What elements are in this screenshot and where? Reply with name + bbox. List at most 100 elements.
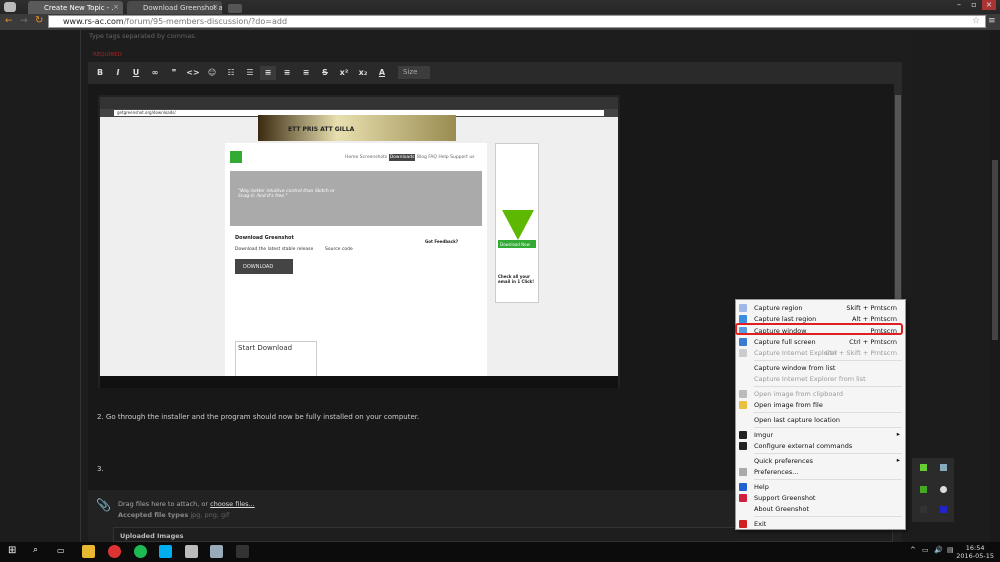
italic-button[interactable]: I xyxy=(110,66,126,80)
source-code-heading: Source code xyxy=(325,247,353,252)
menu-item-configure-external-commands[interactable]: Configure external commands xyxy=(736,441,905,452)
tray-app-icon[interactable] xyxy=(920,486,927,493)
menu-item-exit[interactable]: Exit xyxy=(736,519,905,530)
reload-icon[interactable]: ↻ xyxy=(35,15,43,26)
menu-icon[interactable]: ≡ xyxy=(988,16,996,26)
menu-item-preferences[interactable]: Preferences... xyxy=(736,467,905,478)
strikethrough-button[interactable]: S xyxy=(317,66,333,80)
network-icon[interactable]: ▭ xyxy=(922,546,929,554)
close-tab-icon[interactable]: × xyxy=(113,3,119,11)
drag-text: Drag files here to attach, or choose fil… xyxy=(118,500,255,508)
chrome-icon[interactable] xyxy=(108,545,121,558)
font-color-button[interactable]: A xyxy=(374,66,390,80)
numbered-list-button[interactable]: ☰ xyxy=(242,66,258,80)
spotify-icon[interactable] xyxy=(134,545,147,558)
tray-app-icon[interactable] xyxy=(940,506,947,513)
superscript-button[interactable]: x² xyxy=(336,66,352,80)
tab-create-topic[interactable]: Create New Topic - . × xyxy=(28,1,123,14)
menu-separator xyxy=(754,412,902,413)
nav-faq: FAQ xyxy=(428,155,437,160)
menu-item-about-greenshot[interactable]: About Greenshot xyxy=(736,504,905,515)
menu-item-capture-region[interactable]: Capture region Skift + Prntscrn xyxy=(736,303,905,314)
page-scroll-thumb[interactable] xyxy=(992,160,998,340)
bold-button[interactable]: B xyxy=(92,66,108,80)
accepted-label: Accepted file types xyxy=(118,511,189,519)
right-ad: Download Now Check all your email in 1 C… xyxy=(495,143,539,303)
menu-item-capture-full-screen[interactable]: Capture full screen Ctrl + Prntscrn xyxy=(736,337,905,348)
menu-separator xyxy=(754,427,902,428)
menu-item-open-image-from-clipboard[interactable]: Open image from clipboard xyxy=(736,389,905,400)
forward-icon[interactable]: → xyxy=(20,16,28,26)
menu-item-label: Help xyxy=(754,483,769,491)
bookmark-star-icon[interactable]: ☆ xyxy=(972,16,980,26)
font-size-select[interactable]: Size xyxy=(398,66,430,79)
tray-expand-icon[interactable]: ^ xyxy=(910,546,916,554)
tab-download-greenshot[interactable]: Download Greenshot and× xyxy=(127,1,222,14)
paint-icon[interactable] xyxy=(210,545,223,558)
quote-button[interactable]: ❞ xyxy=(166,66,182,80)
link-button[interactable]: ∞ xyxy=(147,66,163,80)
align-center-button[interactable]: ≡ xyxy=(279,66,295,80)
menu-item-support-greenshot[interactable]: Support Greenshot xyxy=(736,493,905,504)
file-explorer-icon[interactable] xyxy=(82,545,95,558)
code-button[interactable]: <> xyxy=(185,66,201,80)
menu-item-open-last-capture-location[interactable]: Open last capture location xyxy=(736,415,905,426)
emoticon-button[interactable]: ☺ xyxy=(204,66,220,80)
required-label: REQUIRED xyxy=(93,52,122,58)
obs-icon[interactable] xyxy=(236,545,249,558)
tray-overflow xyxy=(912,458,954,522)
tray-app-icon[interactable] xyxy=(920,506,927,513)
download-now-button: Download Now xyxy=(498,240,536,248)
hero-quote: "Way better intuitive control than Skitc… xyxy=(238,189,335,199)
menu-item-shortcut: Ctrl + Skift + Prntscrn xyxy=(825,349,897,357)
tray-app-icon[interactable] xyxy=(940,464,947,471)
menu-separator xyxy=(754,453,902,454)
close-tab-icon[interactable]: × xyxy=(212,3,218,11)
task-view-icon[interactable]: ▭ xyxy=(57,546,65,555)
tray-app-icon[interactable] xyxy=(920,464,927,471)
tab-bar: Create New Topic - . × Download Greenshot… xyxy=(0,0,1000,14)
menu-separator xyxy=(754,479,902,480)
notifications-icon[interactable]: ▤ xyxy=(947,546,954,554)
accepted-types: Accepted file types jpg, png, gif xyxy=(118,511,229,519)
menu-item-capture-window-from-list[interactable]: Capture window from list xyxy=(736,363,905,374)
url-input[interactable]: www.rs-ac.com/forum/95-members-discussio… xyxy=(48,15,986,28)
tray-app-icon[interactable] xyxy=(940,486,947,493)
underline-button[interactable]: U xyxy=(128,66,144,80)
submenu-arrow-icon: ▸ xyxy=(896,456,900,464)
menu-item-help[interactable]: Help xyxy=(736,482,905,493)
menu-item-imgur[interactable]: Imgur ▸ xyxy=(736,430,905,441)
remote-desktop-icon[interactable] xyxy=(185,545,198,558)
nav-downloads: Downloads xyxy=(388,154,416,161)
tab-label: Create New Topic - . xyxy=(44,4,114,12)
exit-icon xyxy=(739,520,747,528)
menu-item-quick-preferences[interactable]: Quick preferences ▸ xyxy=(736,456,905,467)
align-right-button[interactable]: ≡ xyxy=(298,66,314,80)
menu-item-capture-internet-explorer-from-list[interactable]: Capture Internet Explorer from list xyxy=(736,374,905,385)
clock[interactable]: 16:54 2016-05-15 xyxy=(956,544,994,560)
banner-ad: ETT PRIS ATT GILLA xyxy=(258,115,456,141)
back-icon[interactable]: ← xyxy=(5,16,13,26)
skype-icon[interactable] xyxy=(159,545,172,558)
align-left-button[interactable]: ≡ xyxy=(260,66,276,80)
menu-separator xyxy=(754,360,902,361)
imgur-icon xyxy=(739,431,747,439)
volume-icon[interactable]: 🔊 xyxy=(934,546,943,554)
choose-files-link[interactable]: choose files... xyxy=(210,500,255,508)
bullet-list-button[interactable]: ☷ xyxy=(223,66,239,80)
menu-item-label: Quick preferences xyxy=(754,457,813,465)
subscript-button[interactable]: x₂ xyxy=(355,66,371,80)
menu-item-capture-internet-explorer[interactable]: Capture Internet Explorer Ctrl + Skift + … xyxy=(736,348,905,359)
editor-scroll-thumb[interactable] xyxy=(895,95,901,315)
menu-item-open-image-from-file[interactable]: Open image from file xyxy=(736,400,905,411)
windows-start-icon[interactable]: ⊞ xyxy=(8,545,16,556)
maximize-button[interactable]: ▫ xyxy=(967,0,981,10)
menu-item-label: Exit xyxy=(754,520,767,528)
close-window-button[interactable]: × xyxy=(982,0,996,10)
new-tab-button[interactable] xyxy=(228,4,242,13)
region-icon xyxy=(739,304,747,312)
tags-hint: Type tags separated by commas. xyxy=(89,32,197,40)
mini-browser-tabs xyxy=(100,97,618,109)
minimize-button[interactable]: – xyxy=(952,0,966,10)
search-icon[interactable]: ⌕ xyxy=(33,545,38,555)
